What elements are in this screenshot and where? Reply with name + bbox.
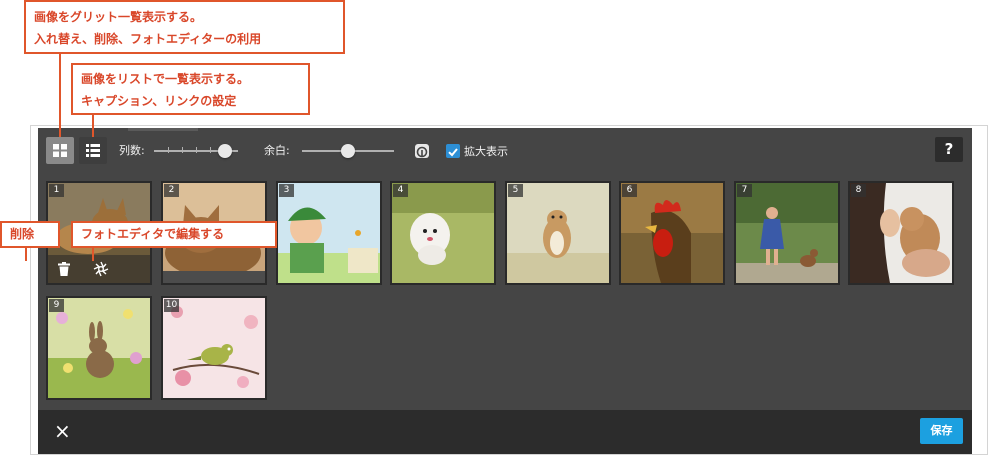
delete-callout: 削除 — [0, 221, 60, 248]
grid-view-callout-line2: 入れ替え、削除、フォトエディターの利用 — [34, 32, 262, 46]
photo-editor-callout: フォトエディタで編集する — [71, 221, 277, 248]
zoom-label: 拡大表示 — [464, 145, 508, 158]
save-button[interactable]: 保存 — [920, 418, 963, 444]
thumbnail-8[interactable]: 8 — [848, 181, 954, 285]
child-photo — [278, 183, 380, 283]
pinterest-icon[interactable] — [415, 144, 429, 158]
list-view-button[interactable] — [79, 137, 107, 164]
thumbnail-9[interactable]: 9 — [46, 296, 152, 400]
close-icon[interactable]: × — [54, 420, 71, 442]
chipmunk-photo — [507, 183, 609, 283]
grid-view-callout: 画像をグリット一覧表示する。 入れ替え、削除、フォトエディターの利用 — [24, 0, 345, 54]
spacing-slider[interactable] — [302, 142, 394, 160]
list-callout-line — [92, 115, 94, 137]
tab-strip — [128, 128, 198, 131]
help-button[interactable]: ? — [935, 137, 963, 162]
zoom-checkbox[interactable] — [446, 144, 460, 158]
thumbnail-7[interactable]: 7 — [734, 181, 840, 285]
photo-editor-callout-line — [92, 248, 94, 261]
thumbnail-number: 5 — [508, 184, 523, 197]
thumbnail-number: 7 — [737, 184, 752, 197]
list-icon — [86, 144, 100, 157]
thumbnail-6[interactable]: 6 — [619, 181, 725, 285]
thumbnail-5[interactable]: 5 — [505, 181, 611, 285]
grid-icon — [53, 144, 67, 157]
thumbnail-number: 2 — [164, 184, 179, 197]
gallery-editor: 列数: 余白: 拡大表示 ? 1 2 3 4 5 6 7 8 9 10 × 保存 — [38, 128, 972, 454]
thumbnail-number: 6 — [622, 184, 637, 197]
columns-label: 列数: — [119, 144, 145, 157]
checkmark-icon — [448, 148, 458, 157]
bird-photo — [163, 298, 265, 398]
toolbar: 列数: 余白: 拡大表示 ? — [38, 128, 972, 174]
photo-editor-icon[interactable] — [93, 261, 109, 277]
thumbnail-number: 3 — [279, 184, 294, 197]
grid-view-callout-line1: 画像をグリット一覧表示する。 — [34, 10, 203, 24]
rabbit-photo — [48, 298, 150, 398]
trash-icon[interactable] — [58, 262, 70, 276]
girl-dog-photo — [736, 183, 838, 283]
thumbnail-number: 8 — [851, 184, 866, 197]
dog-photo — [392, 183, 494, 283]
thumbnail-3[interactable]: 3 — [276, 181, 382, 285]
thumbnail-number: 10 — [164, 299, 179, 312]
editor-footer: × 保存 — [38, 410, 972, 454]
list-view-callout-line2: キャプション、リンクの設定 — [81, 94, 237, 108]
columns-slider[interactable] — [154, 142, 238, 160]
grid-view-button[interactable] — [46, 137, 74, 164]
rooster-photo — [621, 183, 723, 283]
list-view-callout-line1: 画像をリストで一覧表示する。 — [81, 72, 250, 86]
thumbnail-actions — [48, 255, 150, 283]
thumbnail-number: 4 — [393, 184, 408, 197]
spacing-slider-handle[interactable] — [341, 144, 355, 158]
delete-callout-line — [25, 248, 27, 261]
list-view-callout: 画像をリストで一覧表示する。 キャプション、リンクの設定 — [71, 63, 310, 115]
thumbnail-number: 1 — [49, 184, 64, 197]
thumbnail-10[interactable]: 10 — [161, 296, 267, 400]
spacing-label: 余白: — [264, 144, 290, 157]
thumbnail-4[interactable]: 4 — [390, 181, 496, 285]
woman-dog-photo — [850, 183, 952, 283]
thumbnail-number: 9 — [49, 299, 64, 312]
grid-callout-line — [59, 54, 61, 137]
columns-slider-handle[interactable] — [218, 144, 232, 158]
